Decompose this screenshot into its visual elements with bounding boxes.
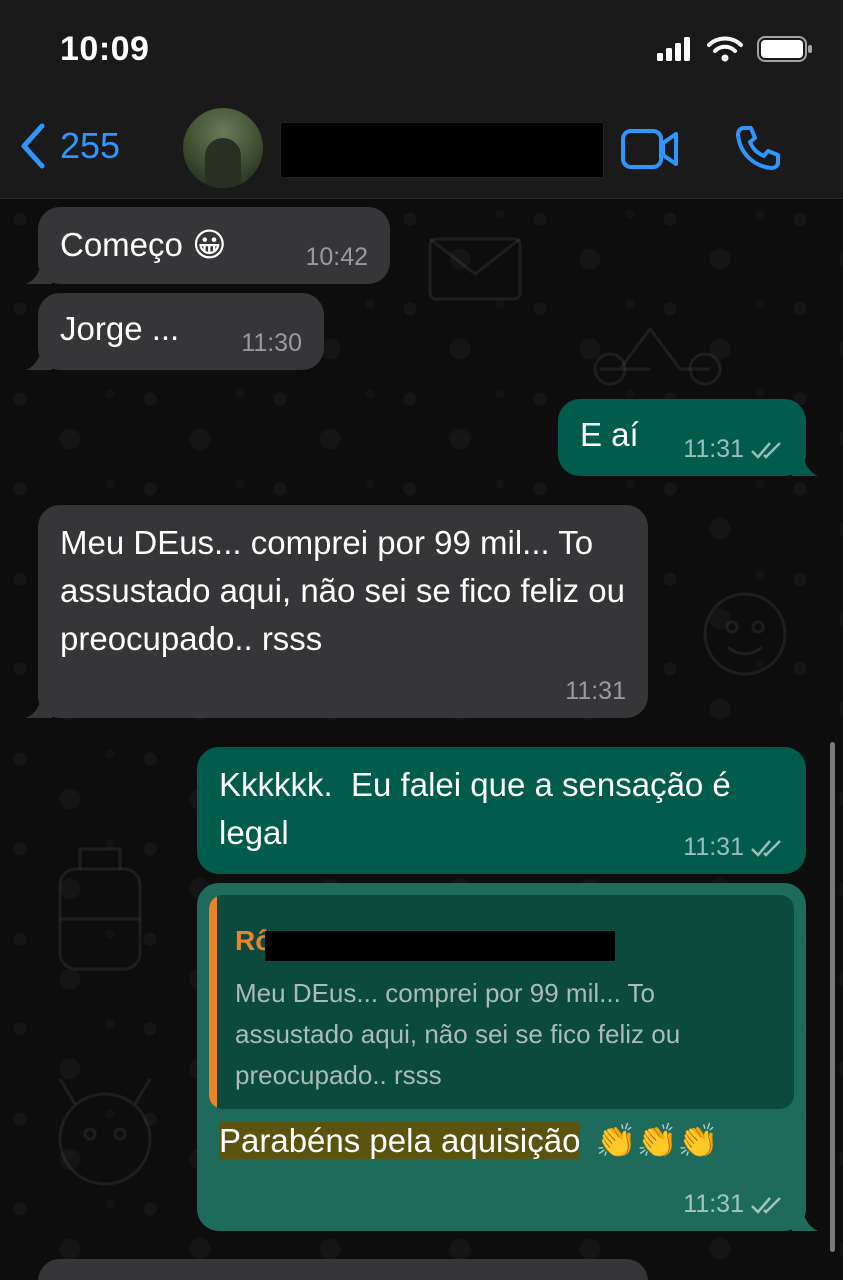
wifi-icon: [707, 36, 743, 62]
chat-screen: 10:09 255 Começo 😀 10:42 Jorge ... 11:30…: [0, 0, 843, 1280]
back-button[interactable]: 255: [18, 122, 120, 170]
bubble-tail: [26, 692, 52, 718]
message-text: Meu DEus... comprei por 99 mil... To ass…: [60, 524, 626, 657]
back-chevron-icon: [21, 123, 45, 169]
bubble-tail: [26, 258, 52, 284]
scrollbar[interactable]: [830, 742, 835, 1252]
contact-avatar[interactable]: [183, 108, 263, 188]
status-icons: [657, 36, 813, 62]
status-time: 10:09: [60, 30, 150, 68]
message-time: 10:42: [305, 243, 368, 271]
video-call-icon: [621, 129, 678, 169]
wallpaper-doodle-icon: [703, 592, 787, 676]
quote-text: Meu DEus... comprei por 99 mil... To ass…: [235, 978, 681, 1090]
wallpaper-doodle-icon: [593, 326, 722, 386]
clapping-hands-emoji: 👏👏👏: [595, 1121, 719, 1160]
read-double-check-icon: [751, 1196, 781, 1214]
chat-area[interactable]: Começo 😀 10:42 Jorge ... 11:30 E aí 11:3…: [0, 199, 843, 1280]
voice-call-button[interactable]: [734, 124, 782, 177]
read-double-check-icon: [751, 839, 781, 857]
message-meta: 10:42: [305, 243, 368, 272]
wallpaper-doodle-icon: [58, 847, 142, 971]
message-meta: 11:31: [565, 677, 626, 706]
unread-count: 255: [60, 125, 121, 166]
outgoing-message[interactable]: Kkkkkk. Eu falei que a sensação é legal …: [197, 747, 806, 874]
contact-name-redacted[interactable]: [280, 122, 604, 178]
message-meta: 11:31: [683, 1190, 784, 1219]
incoming-message-partial[interactable]: [38, 1259, 648, 1280]
read-double-check-icon: [751, 441, 781, 459]
incoming-message[interactable]: Começo 😀 10:42: [26, 207, 390, 284]
outgoing-message[interactable]: E aí 11:31: [558, 399, 818, 476]
message-meta: 11:31: [683, 435, 784, 464]
incoming-message[interactable]: Jorge ... 11:30: [26, 293, 324, 370]
battery-icon: [757, 36, 812, 62]
message-meta: 11:30: [241, 329, 302, 358]
cellular-signal-icon: [657, 37, 690, 61]
quote-accent-bar: [209, 895, 217, 1109]
bubble-tail: [792, 1205, 818, 1231]
message-time: 11:30: [241, 329, 302, 357]
grinning-emoji: 😀: [192, 225, 227, 264]
bubble-tail: [26, 344, 52, 370]
chat-header: 255: [0, 100, 843, 199]
message-text: Jorge ...: [60, 310, 180, 347]
message-text: Começo: [60, 226, 183, 263]
quoted-message[interactable]: Rô Meu DEus... comprei por 99 mil... To …: [209, 895, 794, 1109]
status-bar: 10:09: [0, 0, 843, 100]
video-call-button[interactable]: [620, 128, 680, 175]
highlighted-message-text: Parabéns pela aquisição: [219, 1122, 581, 1159]
wallpaper-doodle-icon: [58, 1078, 152, 1186]
message-time: 11:31: [683, 833, 744, 861]
quote-author-redacted: [265, 931, 615, 961]
message-meta: 11:31: [683, 833, 784, 862]
phone-icon: [736, 126, 780, 170]
incoming-message[interactable]: Meu DEus... comprei por 99 mil... To ass…: [26, 505, 648, 718]
avatar-figure: [205, 138, 241, 188]
message-text: E aí: [580, 416, 639, 453]
message-time: 11:31: [683, 435, 744, 463]
message-time: 11:31: [565, 677, 626, 705]
wallpaper-doodle-icon: [428, 237, 522, 301]
message-time: 11:31: [683, 1190, 744, 1218]
outgoing-reply-message[interactable]: Rô Meu DEus... comprei por 99 mil... To …: [197, 883, 818, 1231]
bubble-tail: [792, 450, 818, 476]
